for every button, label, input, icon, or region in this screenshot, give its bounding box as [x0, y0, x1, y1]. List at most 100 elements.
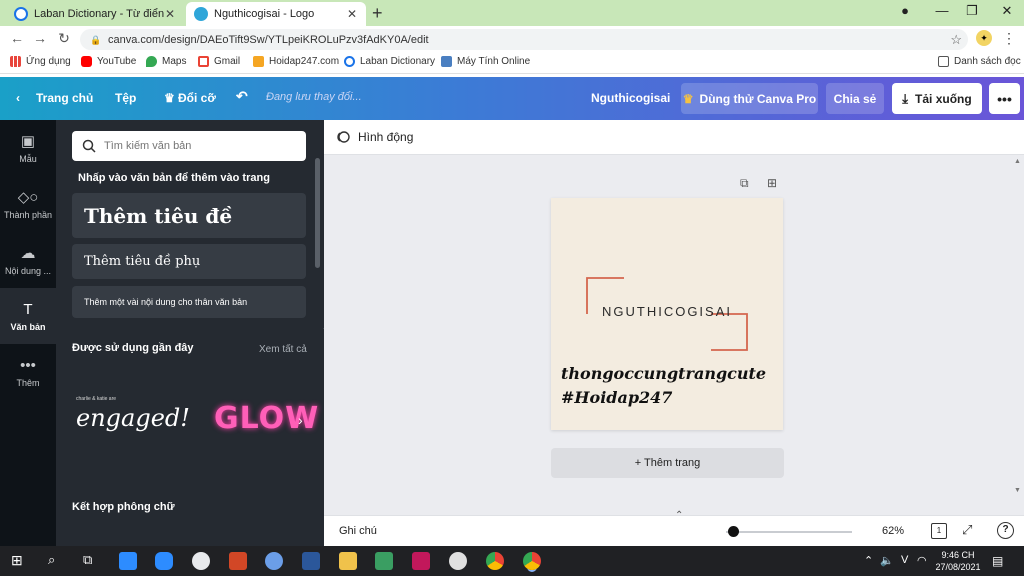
bookmark-calculator[interactable]: Máy Tính Online	[441, 56, 530, 67]
bookmark-apps[interactable]: Ứng dụng	[10, 56, 71, 67]
app-icon[interactable]	[449, 552, 467, 570]
wifi-icon[interactable]: ◠	[917, 554, 927, 567]
chrome-active-icon[interactable]	[523, 552, 541, 570]
new-tab-button[interactable]: +	[372, 3, 383, 23]
app-icon[interactable]	[412, 552, 430, 570]
tray-chevron-icon[interactable]: ⌃	[864, 554, 873, 567]
page-count-button[interactable]: 1	[931, 523, 947, 539]
chevron-right-icon[interactable]: ›	[298, 412, 303, 428]
windows-start-icon[interactable]: ⊞	[11, 552, 23, 569]
add-body-text-button[interactable]: Thêm một vài nội dung cho thân văn bản	[72, 286, 306, 318]
app-icon[interactable]	[375, 552, 393, 570]
editor-bottom-bar: Ghi chú − 62% 1 ⤢ ?	[324, 515, 1024, 546]
rail-item-templates[interactable]: ▣ Mẫu	[0, 120, 56, 176]
gmail-icon	[198, 56, 209, 67]
logo-text[interactable]: NGUTHICOGISAI	[551, 304, 783, 319]
zoom-percentage[interactable]: 62%	[882, 525, 904, 537]
rail-item-more[interactable]: ••• Thêm	[0, 344, 56, 400]
bookmark-laban[interactable]: Laban Dictionary	[344, 56, 435, 67]
address-bar[interactable]: 🔒 canva.com/design/DAEoTift9Sw/YTLpeiKRO…	[80, 29, 968, 50]
file-explorer-icon[interactable]	[339, 552, 357, 570]
maximize-button[interactable]: ❐	[962, 3, 982, 19]
more-options-button[interactable]: •••	[989, 83, 1020, 114]
design-title[interactable]: Nguthicogisai	[591, 91, 670, 105]
input-method-indicator[interactable]: V	[901, 554, 908, 566]
extension-icon[interactable]: ✦	[976, 30, 992, 46]
close-tab-icon[interactable]: ✕	[346, 7, 358, 21]
script-text-line-2[interactable]: #Hoidap247	[561, 388, 672, 407]
fullscreen-icon[interactable]: ⤢	[962, 522, 972, 538]
undo-icon[interactable]: ↶	[236, 88, 248, 105]
task-view-icon[interactable]: ⧉	[83, 552, 92, 568]
panel-scrollbar[interactable]	[315, 158, 320, 268]
resize-button[interactable]: Đổi cỡ	[178, 91, 216, 105]
forward-arrow-icon[interactable]: →	[31, 30, 49, 46]
see-all-link[interactable]: Xem tất cả	[259, 344, 307, 355]
workspace-scrollbar[interactable]: ▲ ▼	[1014, 158, 1022, 498]
crown-icon: ♛	[682, 91, 694, 106]
add-page-button[interactable]: + Thêm trang	[551, 448, 784, 478]
animate-icon	[337, 131, 350, 143]
app-icon[interactable]	[192, 552, 210, 570]
rail-item-text[interactable]: T Văn bản	[0, 288, 56, 344]
duplicate-page-icon[interactable]: ⧉	[740, 176, 749, 191]
share-button[interactable]: Chia sẻ	[826, 83, 884, 114]
search-icon[interactable]: ⌕	[48, 552, 55, 568]
text-search-input[interactable]	[104, 140, 284, 152]
notification-icon[interactable]: ▤	[992, 554, 1003, 568]
browser-tab-canva[interactable]: Nguthicogisai - Logo ✕	[186, 2, 366, 26]
bookmark-youtube[interactable]: YouTube	[81, 56, 136, 67]
home-button[interactable]: Trang chủ	[36, 91, 93, 105]
recent-font-glow[interactable]: GLOW	[214, 401, 319, 436]
upload-cloud-icon: ☁	[20, 245, 36, 262]
animate-button[interactable]: Hình động	[358, 130, 413, 144]
system-clock[interactable]: 9:46 CH 27/08/2021	[934, 549, 982, 573]
script-text-line-1[interactable]: thongoccungtrangcute	[561, 364, 766, 383]
reload-icon[interactable]: ↻	[55, 30, 73, 47]
notes-button[interactable]: Ghi chú	[339, 525, 377, 537]
text-icon: T	[23, 300, 33, 318]
editor-workspace: Hình động ⧉ ⊞ NGUTHICOGISAI thongoccungt…	[324, 120, 1024, 546]
browser-menu-icon[interactable]: ⋮	[1002, 30, 1016, 47]
canva-favicon-icon	[194, 7, 208, 21]
zoom-app-icon[interactable]	[155, 552, 173, 570]
chevron-left-icon[interactable]: ‹	[16, 91, 20, 105]
calculator-icon	[441, 56, 452, 67]
word-icon[interactable]	[302, 552, 320, 570]
app-icon[interactable]	[265, 552, 283, 570]
profile-icon[interactable]: ●	[895, 3, 915, 18]
minimize-button[interactable]: —	[932, 3, 952, 18]
chrome-icon[interactable]	[486, 552, 504, 570]
bookmark-hoidap[interactable]: Hoidap247.com	[253, 56, 339, 67]
close-tab-icon[interactable]: ✕	[164, 7, 176, 21]
zoom-slider-handle[interactable]	[728, 526, 740, 537]
add-subheading-button[interactable]: Thêm tiêu đề phụ	[72, 244, 306, 279]
text-search-box[interactable]	[72, 131, 306, 161]
reading-list[interactable]: Danh sách đọc	[938, 56, 1021, 67]
try-pro-button[interactable]: ♛ Dùng thử Canva Pro	[681, 83, 818, 114]
add-heading-button[interactable]: Thêm tiêu đề	[72, 193, 306, 238]
back-arrow-icon[interactable]: ←	[8, 30, 26, 46]
rail-item-elements[interactable]: ◇○ Thành phần	[0, 176, 56, 232]
bookmark-star-icon[interactable]: ☆	[950, 32, 962, 48]
bookmark-gmail[interactable]: Gmail	[198, 56, 240, 67]
close-window-button[interactable]: ✕	[997, 3, 1017, 19]
design-page[interactable]: NGUTHICOGISAI thongoccungtrangcute #Hoid…	[551, 198, 783, 430]
download-button[interactable]: ⤓ Tải xuống	[892, 83, 982, 114]
add-page-icon[interactable]: ⊞	[767, 176, 777, 190]
file-menu[interactable]: Tệp	[115, 91, 136, 105]
laban-icon	[344, 56, 355, 67]
rail-item-uploads[interactable]: ☁ Nội dung ...	[0, 232, 56, 288]
lock-icon: 🔒	[90, 34, 102, 45]
powerpoint-icon[interactable]	[229, 552, 247, 570]
windows-taskbar: ⊞ ⌕ ⧉ ⌃ 🔈 V ◠ 9:46 CH 27/08/2021 ▤	[0, 546, 1024, 576]
canva-top-bar: ‹ Trang chủ Tệp ♛ Đổi cỡ ↶ Đang lưu thay…	[0, 77, 1024, 120]
volume-icon[interactable]: 🔈	[880, 554, 894, 567]
help-button[interactable]: ?	[997, 522, 1014, 539]
zoom-slider[interactable]	[726, 531, 852, 533]
zalo-icon[interactable]	[119, 552, 137, 570]
recent-font-engaged[interactable]: charlie & katie are engaged!	[76, 396, 190, 446]
elements-icon: ◇○	[17, 189, 39, 206]
browser-tab-laban[interactable]: Laban Dictionary - Từ điển Anh V ✕	[6, 2, 184, 26]
bookmark-maps[interactable]: Maps	[146, 56, 186, 67]
